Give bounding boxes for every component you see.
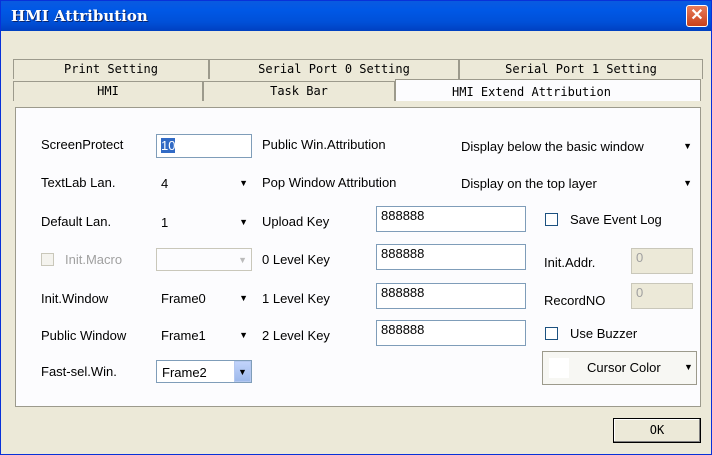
- chevron-down-icon: ▼: [683, 178, 692, 188]
- screen-protect-input[interactable]: 10: [156, 134, 252, 158]
- chevron-down-icon: ▼: [239, 178, 248, 188]
- chevron-down-icon[interactable]: ▼: [234, 361, 251, 382]
- textlab-lan-select[interactable]: 4 ▼: [156, 172, 252, 195]
- record-no-label: RecordNO: [544, 293, 606, 308]
- init-window-select[interactable]: Frame0 ▼: [156, 287, 252, 310]
- init-macro-select[interactable]: ▼: [156, 248, 252, 271]
- init-addr-input[interactable]: 0: [631, 248, 693, 274]
- close-icon[interactable]: ✕: [686, 5, 708, 27]
- chevron-down-icon: ▼: [238, 255, 247, 265]
- screen-protect-label: ScreenProtect: [41, 137, 124, 152]
- level2-key-label: 2 Level Key: [262, 328, 330, 343]
- upload-key-input[interactable]: 888888: [376, 206, 526, 232]
- upload-key-label: Upload Key: [262, 214, 330, 229]
- fast-sel-win-value: Frame2: [162, 365, 207, 380]
- title-bar: HMI Attribution ✕: [1, 1, 711, 31]
- init-macro-checkbox[interactable]: [41, 253, 54, 266]
- default-lan-label: Default Lan.: [41, 214, 112, 229]
- hmi-attribution-dialog: HMI Attribution ✕ Print Setting Serial P…: [0, 0, 712, 455]
- cursor-color-button[interactable]: Cursor Color ▼: [542, 351, 697, 385]
- pop-window-attribution-label: Pop Window Attribution: [262, 175, 397, 190]
- init-window-value: Frame0: [161, 291, 206, 306]
- level0-key-label: 0 Level Key: [262, 252, 330, 267]
- textlab-lan-value: 4: [161, 176, 169, 191]
- init-addr-label: Init.Addr.: [544, 255, 596, 270]
- public-window-select[interactable]: Frame1 ▼: [156, 324, 252, 347]
- textlab-lan-label: TextLab Lan.: [41, 175, 116, 190]
- tab-task-bar[interactable]: Task Bar: [203, 81, 395, 101]
- chevron-down-icon: ▼: [684, 362, 693, 372]
- chevron-down-icon: ▼: [683, 141, 692, 151]
- public-window-value: Frame1: [161, 328, 206, 343]
- tab-hmi-extend-attribution[interactable]: HMI Extend Attribution: [395, 79, 701, 101]
- init-window-label: Init.Window: [41, 291, 109, 306]
- default-lan-select[interactable]: 1 ▼: [156, 211, 252, 234]
- use-buzzer-label: Use Buzzer: [570, 326, 638, 341]
- public-window-label: Public Window: [41, 328, 127, 343]
- tab-print-setting[interactable]: Print Setting: [13, 59, 209, 79]
- fast-sel-win-select[interactable]: Frame2 ▼: [156, 360, 252, 383]
- cursor-color-label: Cursor Color: [587, 360, 661, 375]
- chevron-down-icon: ▼: [239, 293, 248, 303]
- level1-key-label: 1 Level Key: [262, 291, 330, 306]
- record-no-input[interactable]: 0: [631, 283, 693, 309]
- level0-key-input[interactable]: 888888: [376, 244, 526, 270]
- public-win-attribution-value: Display below the basic window: [461, 139, 644, 154]
- init-macro-label: Init.Macro: [65, 252, 123, 267]
- cursor-color-swatch: [549, 358, 569, 378]
- default-lan-value: 1: [161, 215, 169, 230]
- public-win-attribution-label: Public Win.Attribution: [262, 137, 386, 152]
- save-event-log-checkbox[interactable]: [545, 213, 558, 226]
- level2-key-input[interactable]: 888888: [376, 320, 526, 346]
- chevron-down-icon: ▼: [239, 217, 248, 227]
- chevron-down-icon: ▼: [239, 330, 248, 340]
- public-win-attribution-select[interactable]: Display below the basic window ▼: [456, 135, 696, 158]
- tab-serial-port-1-setting[interactable]: Serial Port 1 Setting: [459, 59, 703, 79]
- save-event-log-label: Save Event Log: [570, 212, 662, 227]
- tab-serial-port-0-setting[interactable]: Serial Port 0 Setting: [209, 59, 459, 79]
- use-buzzer-checkbox[interactable]: [545, 327, 558, 340]
- level1-key-input[interactable]: 888888: [376, 283, 526, 309]
- pop-window-attribution-select[interactable]: Display on the top layer ▼: [456, 172, 696, 195]
- window-title: HMI Attribution: [11, 7, 148, 25]
- screen-protect-value: 10: [161, 138, 176, 153]
- pop-window-attribution-value: Display on the top layer: [461, 176, 597, 191]
- fast-sel-win-label: Fast-sel.Win.: [41, 364, 117, 379]
- ok-button[interactable]: OK: [613, 418, 701, 443]
- tab-hmi[interactable]: HMI: [13, 81, 203, 101]
